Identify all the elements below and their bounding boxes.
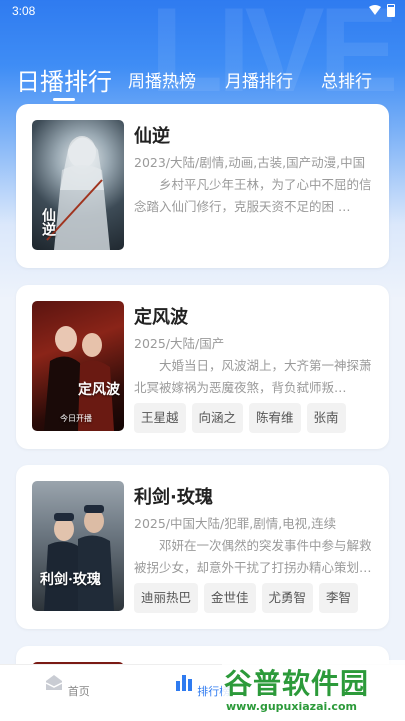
cast-tag[interactable]: 李智	[319, 583, 359, 613]
ranking-item[interactable]: 定风波 今日开播 定风波 2025/大陆/国产 大婚当日，风波湖上，大齐第一神探…	[16, 285, 389, 449]
nav-home[interactable]: 首页	[37, 673, 97, 699]
item-meta: 2023/大陆/剧情,动画,古装,国产动漫,中国	[134, 155, 366, 170]
watermark-logo: 谷普软件园 www.gupuxiazai.com	[222, 660, 405, 720]
cast-tag[interactable]: 迪丽热巴	[134, 583, 199, 613]
battery-icon	[387, 4, 395, 17]
watermark-title: 谷普软件园	[224, 667, 370, 700]
cast-tag[interactable]: 陈宥维	[249, 403, 301, 433]
cast-tag[interactable]: 张南	[306, 403, 346, 433]
cast-tag[interactable]: 王星越	[134, 403, 186, 433]
tab-total[interactable]: 总排行	[321, 67, 372, 92]
home-icon	[45, 675, 63, 690]
cast-tags: 迪丽热巴 金世佳 尤勇智 李智	[134, 583, 359, 613]
tab-daily[interactable]: 日播排行	[16, 62, 112, 97]
watermark-url: www.gupuxiazai.com	[226, 700, 357, 713]
status-icons	[369, 4, 395, 17]
ranking-item[interactable]: 利剑·玫瑰 利剑·玫瑰 2025/中国大陆/犯罪,剧情,电视,连续 邓妍在一次偶…	[16, 465, 389, 629]
cast-tag[interactable]: 尤勇智	[261, 583, 314, 613]
ranking-item[interactable]: 仙逆 仙逆 2023/大陆/剧情,动画,古装,国产动漫,中国 乡村平凡少年王林，…	[16, 104, 389, 268]
item-description: 乡村平凡少年王林，为了心中不屈的信念踏入仙门修行，克服天资不足的困 …	[134, 177, 372, 214]
wifi-icon	[369, 5, 381, 15]
poster-image: 仙逆	[32, 120, 124, 250]
tab-indicator	[53, 98, 75, 101]
poster-image: 定风波 今日开播	[32, 301, 124, 431]
tab-weekly[interactable]: 周播热榜	[128, 67, 196, 92]
cast-tags: 王星越 向涵之 陈宥维 张南	[134, 403, 346, 433]
item-description: 邓妍在一次偶然的突发事件中参与解救被拐少女，却意外干扰了打拐办精心策划…	[134, 538, 372, 575]
poster-title: 利剑·玫瑰	[40, 572, 101, 588]
item-description: 大婚当日，风波湖上，大齐第一神探萧北冥被嫁祸为恶魔夜煞，背负弑师叛…	[134, 358, 372, 395]
cast-tag[interactable]: 向涵之	[191, 403, 244, 433]
poster-image: 利剑·玫瑰	[32, 481, 124, 611]
poster-title: 定风波	[78, 382, 120, 398]
item-title: 仙逆	[134, 126, 170, 147]
tab-monthly[interactable]: 月播排行	[225, 67, 293, 92]
ranking-icon	[175, 675, 192, 691]
cast-tag[interactable]: 金世佳	[204, 583, 256, 613]
item-title: 利剑·玫瑰	[134, 487, 213, 508]
status-time: 3:08	[12, 4, 36, 18]
item-title: 定风波	[134, 307, 188, 328]
item-meta: 2025/中国大陆/犯罪,剧情,电视,连续	[134, 516, 337, 531]
nav-home-label: 首页	[67, 685, 90, 698]
status-bar: 3:08	[0, 0, 405, 22]
poster-title: 仙逆	[40, 208, 56, 236]
poster-subtitle: 今日开播	[60, 414, 92, 423]
ranking-tabs: 日播排行 周播热榜 月播排行 总排行	[0, 56, 405, 106]
item-meta: 2025/大陆/国产	[134, 336, 225, 351]
